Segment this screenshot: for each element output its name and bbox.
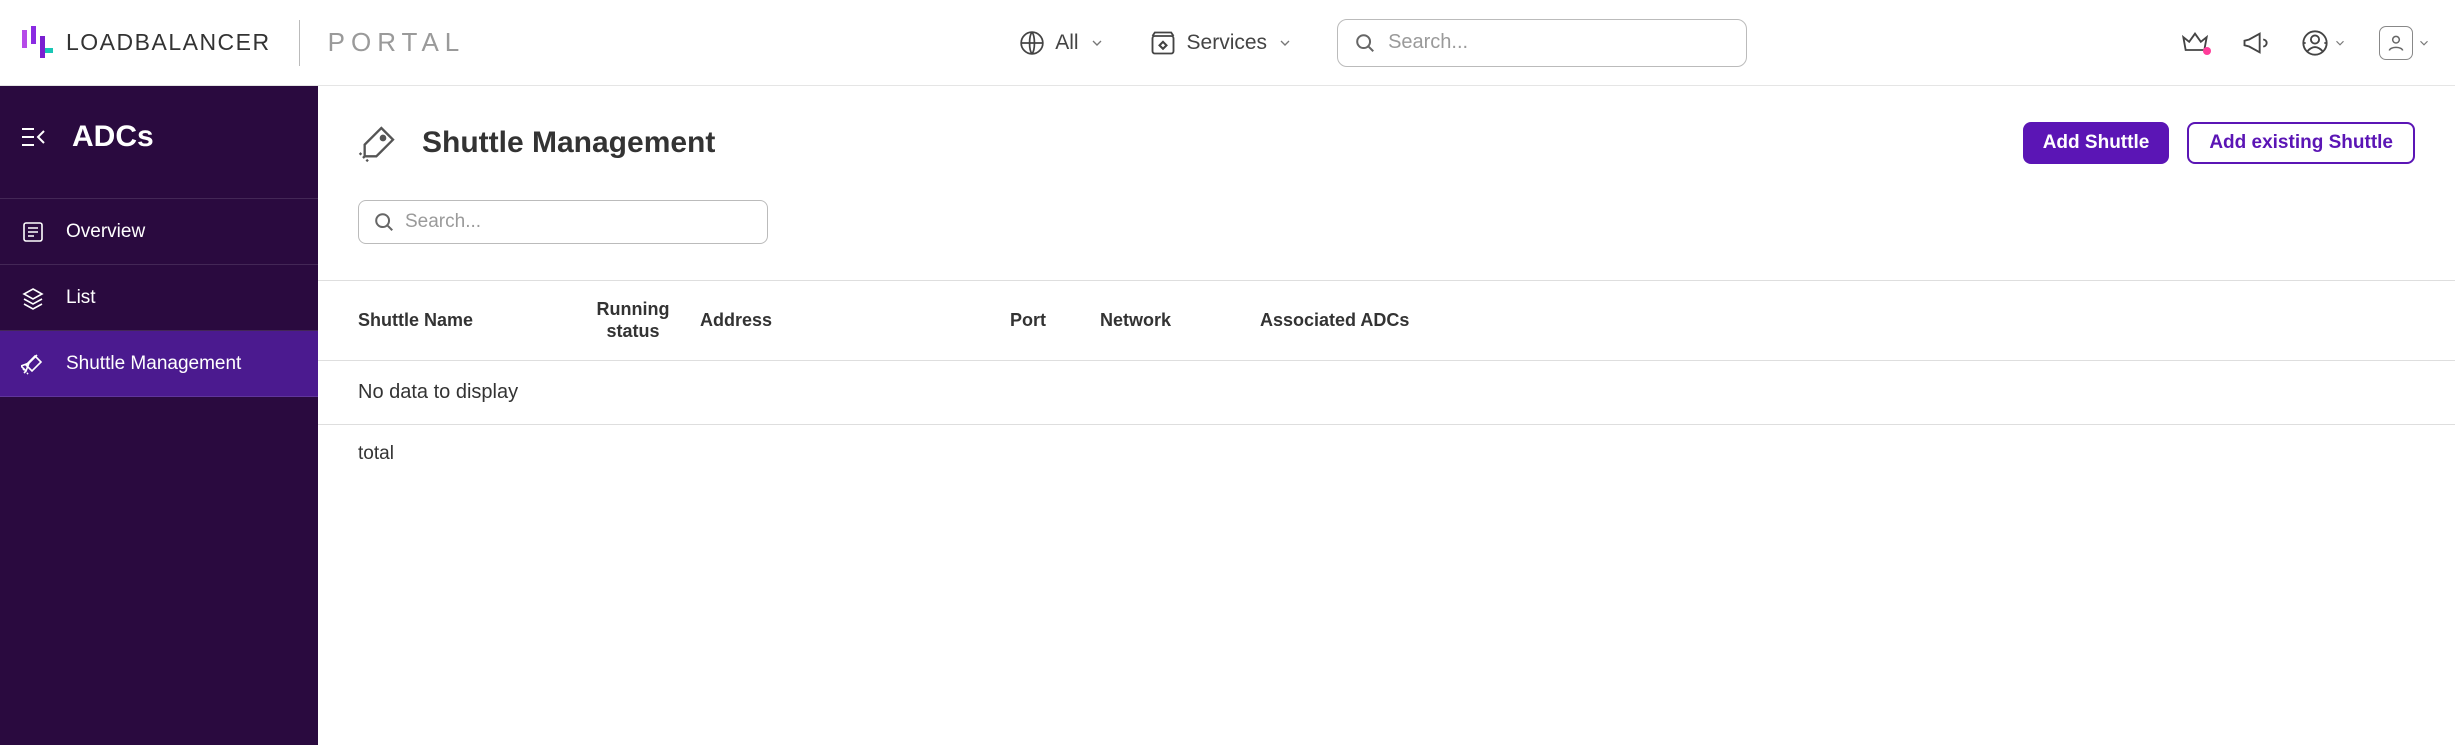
global-search[interactable]: [1337, 19, 1747, 67]
sidebar-title: ADCs: [72, 120, 154, 154]
main-content: Shuttle Management Add Shuttle Add exist…: [318, 86, 2455, 745]
brand-name: LOADBALANCER: [66, 29, 271, 56]
chevron-down-icon: [1089, 35, 1105, 51]
page-header: Shuttle Management Add Shuttle Add exist…: [318, 122, 2455, 200]
body: ADCs Overview: [0, 86, 2455, 745]
shuttle-table: Shuttle Name Running status Address Port…: [318, 280, 2455, 483]
col-address[interactable]: Address: [688, 281, 998, 361]
col-associated-adcs[interactable]: Associated ADCs: [1248, 281, 2455, 361]
search-icon: [1354, 32, 1376, 54]
sidebar-item-overview[interactable]: Overview: [0, 199, 318, 265]
overview-icon: [20, 220, 46, 244]
globe-icon: [1019, 30, 1045, 56]
col-shuttle-name[interactable]: Shuttle Name: [318, 281, 578, 361]
search-icon: [373, 211, 395, 233]
megaphone-icon[interactable]: [2241, 29, 2269, 57]
table-search[interactable]: [358, 200, 768, 244]
notification-dot: [2203, 47, 2211, 55]
empty-text: No data to display: [318, 361, 2455, 425]
sidebar-item-label: Overview: [66, 221, 145, 243]
sidebar-item-label: Shuttle Management: [66, 353, 241, 375]
crown-icon[interactable]: [2181, 29, 2209, 57]
sidebar-item-label: List: [66, 287, 96, 309]
app-header: LOADBALANCER PORTAL All: [0, 0, 2455, 86]
sidebar-toggle[interactable]: [20, 125, 48, 149]
logo-icon: [20, 26, 54, 60]
services-label: Services: [1187, 31, 1268, 55]
portal-label: PORTAL: [328, 27, 466, 58]
page-title: Shuttle Management: [422, 126, 2005, 160]
chevron-down-icon: [1277, 35, 1293, 51]
services-selector[interactable]: Services: [1149, 29, 1294, 57]
services-icon: [1149, 29, 1177, 57]
sidebar-item-list[interactable]: List: [0, 265, 318, 331]
page-title-icon: [358, 123, 398, 163]
sidebar: ADCs Overview: [0, 86, 318, 745]
user-menu[interactable]: [2379, 26, 2431, 60]
list-icon: [20, 286, 46, 310]
sidebar-items: Overview List: [0, 198, 318, 397]
scope-selector[interactable]: All: [1019, 30, 1104, 56]
brand-logo[interactable]: LOADBALANCER: [20, 26, 271, 60]
col-running-status[interactable]: Running status: [578, 281, 688, 361]
header-right: [2181, 26, 2431, 60]
brand-divider: [299, 20, 300, 66]
table-empty-row: No data to display: [318, 361, 2455, 425]
user-icon: [2379, 26, 2413, 60]
add-existing-shuttle-button[interactable]: Add existing Shuttle: [2187, 122, 2415, 164]
footer-total: total: [318, 425, 2455, 484]
col-network[interactable]: Network: [1088, 281, 1248, 361]
brand-group: LOADBALANCER PORTAL: [20, 20, 465, 66]
content-search-row: [318, 200, 2455, 280]
col-port[interactable]: Port: [998, 281, 1088, 361]
table-header: Shuttle Name Running status Address Port…: [318, 281, 2455, 361]
table-footer-row: total: [318, 425, 2455, 484]
table-search-input[interactable]: [405, 211, 753, 233]
header-center: All Services: [605, 19, 2161, 67]
sidebar-header: ADCs: [0, 86, 318, 198]
shuttle-icon: [20, 352, 46, 376]
sidebar-item-shuttle-management[interactable]: Shuttle Management: [0, 331, 318, 397]
scope-label: All: [1055, 31, 1078, 55]
support-dropdown[interactable]: [2301, 29, 2347, 57]
global-search-input[interactable]: [1388, 31, 1730, 54]
add-shuttle-button[interactable]: Add Shuttle: [2023, 122, 2170, 164]
